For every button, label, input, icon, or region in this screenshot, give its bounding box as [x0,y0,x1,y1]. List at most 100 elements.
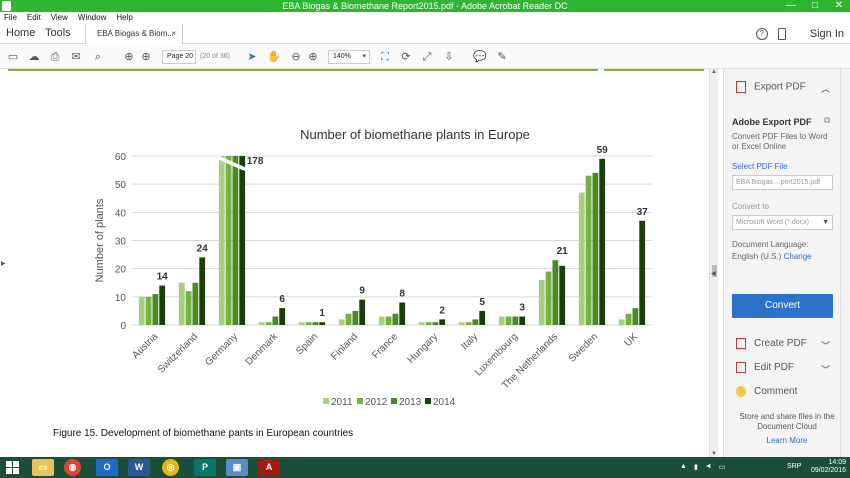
windows-taskbar: ▭ ◉ O W ◎ P ▣ A ▲ ▮ ◄ ▭ SRP 14:09 09/02/… [0,457,850,478]
email-icon[interactable]: ✉ [69,50,83,64]
select-pdf-file-link[interactable]: Select PDF File [732,162,788,171]
x-tick-label: Spain [294,331,320,357]
tool-edit-pdf-label: Edit PDF [754,362,795,374]
window-controls: — □ ✕ [784,0,846,12]
file-explorer-icon[interactable]: ▭ [32,459,54,476]
select-tool-icon[interactable]: ➤ [245,50,259,64]
change-language-link[interactable]: Change [784,252,812,261]
maximize-button[interactable]: □ [808,0,822,12]
bar-2012-italy [465,322,472,325]
y-tick-label: 0 [120,321,126,332]
bar-2013-sweden [592,172,599,325]
bar-2012-denmark [265,322,272,325]
tab-document[interactable]: EBA Biogas & Biom... × [85,24,183,44]
tool-comment[interactable]: Comment [736,386,797,397]
menu-view[interactable]: View [51,12,68,24]
bar-2013-luxembourg [512,316,519,325]
comment-icon[interactable]: 💬 [473,50,487,64]
minimize-button[interactable]: — [784,0,798,12]
save-icon[interactable]: ▭ [6,50,20,64]
close-window-button[interactable]: ✕ [832,0,846,12]
document-language: Document Language: English (U.S.) Change [732,239,842,263]
chevron-down-icon[interactable]: ﹀ [821,339,830,352]
export-pdf-header[interactable]: Export PDF [736,81,806,93]
print-icon[interactable]: ⎙ [48,50,62,64]
collapse-chevron-icon[interactable]: ︿ [821,82,830,95]
page-count: (20 of 36) [200,53,230,60]
rotate-icon[interactable]: ⟳ [399,50,413,64]
search-icon[interactable]: ⌕ [91,50,105,64]
y-tick-label: 20 [115,265,127,276]
photos-icon[interactable]: ▣ [226,459,248,476]
clock[interactable]: 14:09 09/02/2016 [811,459,846,475]
acrobat-taskbar-icon[interactable]: A [258,459,280,476]
scroll-up-icon[interactable]: ▲ [711,69,717,75]
keyboard-language[interactable]: SRP [787,463,801,470]
next-page-icon[interactable]: ⊕ [139,50,153,64]
hand-tool-icon[interactable]: ✋ [267,50,281,64]
previous-page-icon[interactable]: ⊕ [122,50,136,64]
bar-2013-spain [312,322,319,325]
x-tick-label: Austria [130,331,160,361]
chevron-down-icon[interactable]: ﹀ [821,363,830,376]
panel-title: Adobe Export PDF [732,117,812,127]
zoom-out-icon[interactable]: ⊖ [289,50,303,64]
menu-file[interactable]: File [4,12,17,24]
outlook-icon[interactable]: O [96,459,118,476]
data-label: 9 [359,286,365,297]
zoom-in-icon[interactable]: ⊕ [306,50,320,64]
menu-help[interactable]: Help [116,12,132,24]
battery-icon[interactable]: ▭ [719,463,726,471]
help-icon[interactable]: ? [755,28,768,40]
full-screen-icon[interactable]: ⤢ [420,50,434,64]
volume-icon[interactable]: ◄ [705,463,712,471]
sign-in-link[interactable]: Sign In [810,28,844,40]
tool-create-pdf[interactable]: Create PDF [736,338,807,349]
menu-window[interactable]: Window [78,12,106,24]
tool-edit-pdf[interactable]: Edit PDF [736,362,794,373]
learn-more-link[interactable]: Learn More [732,436,842,445]
selected-file-field[interactable]: EBA Biogas ...port2015.pdf [732,175,833,190]
upload-cloud-icon[interactable]: ☁ [27,50,41,64]
convert-to-select[interactable]: Microsoft Word (*.docx) ▼ [732,215,833,230]
page-number-input[interactable]: Page 20 [162,50,196,64]
convert-to-label: Convert to [732,202,769,211]
menu-edit[interactable]: Edit [27,12,41,24]
bar-2012-sweden [585,175,592,325]
x-tick-label: Germany [203,331,240,368]
tab-tools[interactable]: Tools [45,27,71,39]
title-bar: EBA Biogas & Biomethane Report2015.pdf -… [0,0,850,12]
legend-label: 2014 [433,397,456,408]
document-scrollbar[interactable]: ▲ ▼ [709,69,718,457]
fit-page-icon[interactable]: ⛶ [378,50,392,64]
y-tick-label: 50 [115,180,127,191]
data-label: 8 [399,288,405,299]
right-panel-toggle-icon[interactable]: ◀ [711,270,716,277]
system-tray-icons: ▲ ▮ ◄ ▭ [680,463,725,471]
bar-2014-luxembourg [519,316,526,325]
tray-expand-icon[interactable]: ▲ [680,463,687,471]
scroll-mode-icon[interactable]: ⇩ [442,50,456,64]
norton-icon[interactable]: ◎ [162,459,179,476]
panel-options-icon[interactable]: ⧉ [824,115,830,126]
convert-button[interactable]: Convert [732,294,833,318]
chrome-icon[interactable]: ◉ [64,459,81,476]
left-panel-toggle-icon[interactable]: ▶ [1,260,6,267]
network-icon[interactable]: ▮ [694,463,698,471]
tab-home[interactable]: Home [6,27,35,39]
bar-2014-the-netherlands [559,265,566,325]
y-tick-label: 40 [115,208,127,219]
sign-pen-icon[interactable]: ✎ [495,50,509,64]
word-icon[interactable]: W [128,459,150,476]
windows-start-icon[interactable] [6,461,19,474]
y-tick-label: 30 [115,237,127,248]
panel-scrollbar[interactable] [840,69,850,457]
tab-close-icon[interactable]: × [171,24,176,44]
mobile-link-icon[interactable] [777,28,786,40]
publisher-icon[interactable]: P [194,459,216,476]
x-tick-label: Sweden [567,331,600,364]
page-header-rule [8,69,708,71]
bar-2011-austria [138,296,145,325]
zoom-select[interactable]: 140% ▾ [328,50,370,64]
bar-2013-finland [352,310,359,325]
